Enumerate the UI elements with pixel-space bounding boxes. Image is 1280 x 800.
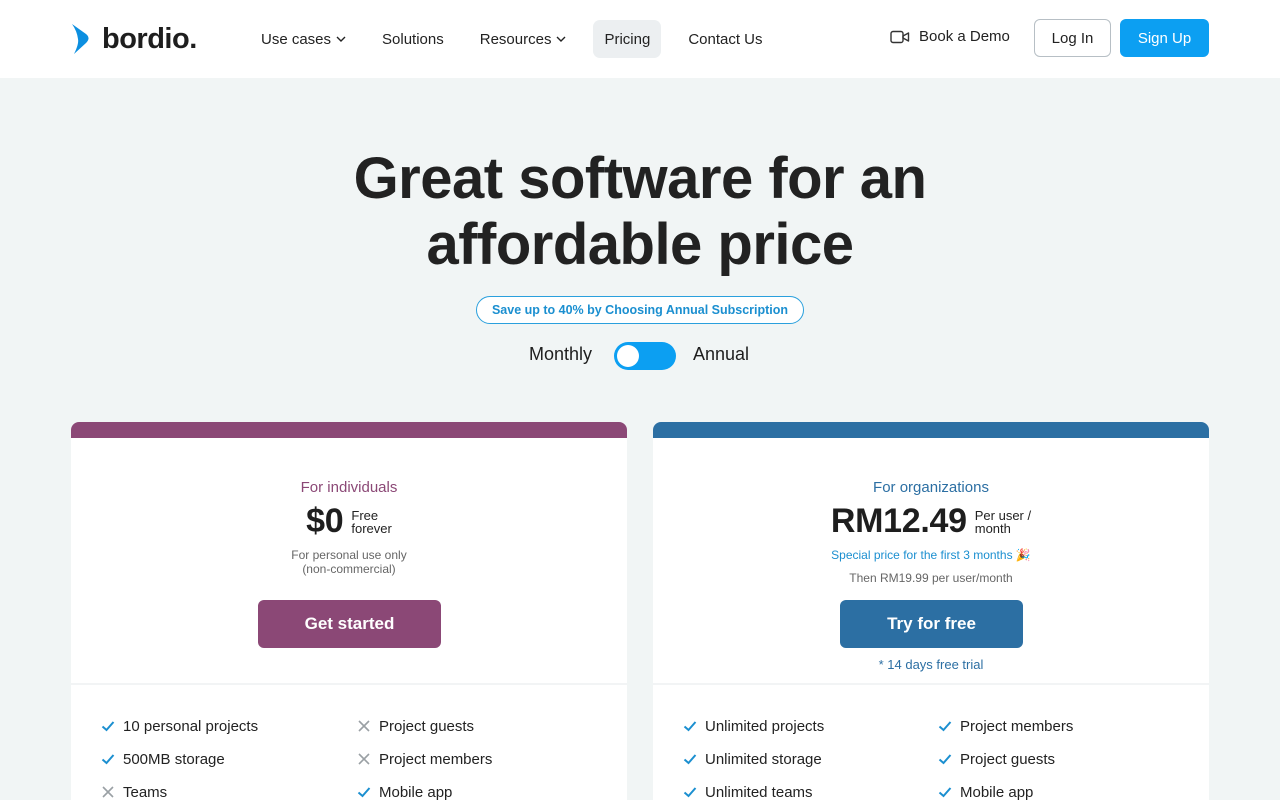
feature-label: Teams: [123, 783, 168, 800]
feature-label: Project members: [379, 750, 493, 768]
toggle-knob: [617, 345, 639, 367]
chevron-down-icon: [556, 36, 566, 42]
page-title-line-2: affordable price: [426, 212, 854, 277]
nav-label: Resources: [479, 30, 552, 48]
usage-note-line-1: For personal use only: [291, 548, 407, 562]
card-divider: [653, 683, 1209, 685]
nav-label: Pricing: [604, 30, 651, 48]
nav-pricing[interactable]: Pricing: [593, 20, 662, 58]
plan-accent-bar: [71, 422, 627, 438]
get-started-button[interactable]: Get started: [258, 600, 441, 648]
card-divider: [71, 683, 627, 685]
feature-item: Mobile app: [357, 782, 452, 800]
feature-item: Unlimited teams: [683, 782, 813, 800]
check-icon: [938, 721, 952, 732]
regular-price-note: Then RM19.99 per user/month: [849, 571, 1013, 585]
feature-label: Mobile app: [379, 783, 453, 800]
billing-toggle-row: Monthly Annual: [0, 340, 1280, 370]
page-title-line-1: Great software for an: [353, 146, 927, 211]
price-note-line-2: month: [974, 520, 1011, 536]
plan-price-note: Per user / month: [975, 509, 1031, 535]
plan-name: For individuals: [300, 479, 398, 496]
feature-item: 10 personal projects: [101, 716, 258, 736]
feature-label: 500MB storage: [123, 750, 225, 768]
cross-icon: [102, 786, 114, 798]
nav-solutions[interactable]: Solutions: [373, 20, 453, 58]
logo[interactable]: bordio.: [70, 22, 197, 56]
feature-item: Mobile app: [938, 782, 1033, 800]
feature-label: Project members: [960, 717, 1074, 735]
feature-label: Project guests: [960, 750, 1056, 768]
cross-icon: [358, 753, 370, 765]
plan-price-row: $0 Free forever: [71, 502, 627, 541]
check-icon: [938, 787, 952, 798]
nav-label: Contact Us: [688, 30, 763, 48]
special-price-note: Special price for the first 3 months 🎉: [831, 548, 1031, 562]
feature-item: Project members: [357, 749, 492, 769]
billing-period-toggle[interactable]: [614, 342, 676, 370]
check-icon: [101, 721, 115, 732]
plan-card-individuals: For individuals $0 Free forever For pers…: [71, 422, 627, 800]
nav-use-cases[interactable]: Use cases: [252, 20, 355, 58]
feature-label: Mobile app: [960, 783, 1034, 800]
check-icon: [938, 754, 952, 765]
feature-item: Project members: [938, 716, 1073, 736]
chevron-down-icon: [336, 36, 346, 42]
book-demo-label: Book a Demo: [919, 28, 1010, 45]
feature-item: 500MB storage: [101, 749, 225, 769]
bordio-logo-icon: [72, 24, 89, 54]
try-for-free-button[interactable]: Try for free: [840, 600, 1023, 648]
nav-label: Solutions: [382, 30, 444, 48]
feature-label: Unlimited storage: [705, 750, 822, 768]
check-icon: [357, 787, 371, 798]
nav-resources[interactable]: Resources: [471, 20, 576, 58]
video-camera-icon: [890, 30, 910, 43]
feature-item: Unlimited projects: [683, 716, 824, 736]
logo-text: bordio.: [102, 22, 197, 55]
plan-price-row: RM12.49 Per user / month: [653, 502, 1209, 541]
site-header: bordio. Use cases Solutions Resources Pr…: [0, 0, 1280, 78]
check-icon: [683, 721, 697, 732]
plan-price-note: Free forever: [351, 509, 391, 535]
feature-item: Project guests: [938, 749, 1055, 769]
price-note-line-2: forever: [351, 520, 392, 536]
free-trial-note: * 14 days free trial: [878, 657, 984, 672]
plan-price: $0: [306, 502, 344, 540]
check-icon: [101, 754, 115, 765]
cross-icon: [358, 720, 370, 732]
check-icon: [683, 787, 697, 798]
billing-monthly-label[interactable]: Monthly: [529, 344, 592, 365]
signup-button[interactable]: Sign Up: [1120, 19, 1209, 57]
plan-name: For organizations: [873, 479, 989, 496]
page-title: Great software for an affordable price: [0, 146, 1280, 278]
billing-annual-label[interactable]: Annual: [693, 344, 749, 365]
book-demo-link[interactable]: Book a Demo: [890, 28, 1010, 45]
feature-item: Teams: [101, 782, 167, 800]
login-button[interactable]: Log In: [1034, 19, 1111, 57]
main-nav: Use cases Solutions Resources Pricing Co…: [252, 20, 790, 58]
feature-item: Unlimited storage: [683, 749, 822, 769]
plan-price: RM12.49: [830, 502, 967, 540]
plan-card-organizations: For organizations RM12.49 Per user / mon…: [653, 422, 1209, 800]
feature-label: Unlimited teams: [705, 783, 813, 800]
feature-label: Unlimited projects: [705, 717, 825, 735]
plan-accent-bar: [653, 422, 1209, 438]
usage-note-line-2: (non-commercial): [302, 562, 396, 576]
plan-usage-note: For personal use only (non-commercial): [71, 548, 627, 576]
feature-item: Project guests: [357, 716, 474, 736]
feature-label: 10 personal projects: [123, 717, 259, 735]
feature-label: Project guests: [379, 717, 475, 735]
check-icon: [683, 754, 697, 765]
nav-label: Use cases: [261, 30, 332, 48]
annual-savings-badge: Save up to 40% by Choosing Annual Subscr…: [476, 296, 804, 324]
nav-contact-us[interactable]: Contact Us: [679, 20, 771, 58]
